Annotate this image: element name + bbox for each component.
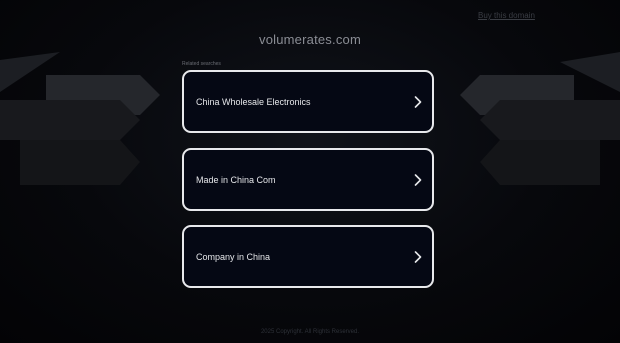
background-decoration-left <box>0 40 180 200</box>
chevron-right-icon <box>414 250 422 263</box>
footer-copyright: 2025 Copyright. All Rights Reserved. <box>260 329 360 335</box>
domain-title: volumerates.com <box>259 32 361 47</box>
related-search-label: China Wholesale Electronics <box>196 96 311 107</box>
related-searches-label: Related searches <box>182 61 221 67</box>
related-search-card[interactable]: China Wholesale Electronics <box>182 70 434 133</box>
related-search-card[interactable]: Made in China Com <box>182 148 434 211</box>
chevron-right-icon <box>414 173 422 186</box>
related-search-card[interactable]: Company in China <box>182 225 434 288</box>
parked-domain-page: Buy this domain volumerates.com Related … <box>0 0 620 343</box>
buy-domain-link[interactable]: Buy this domain <box>478 11 535 20</box>
related-search-label: Company in China <box>196 251 271 262</box>
related-search-label: Made in China Com <box>196 174 276 185</box>
chevron-right-icon <box>414 95 422 108</box>
background-decoration-right <box>440 40 620 200</box>
